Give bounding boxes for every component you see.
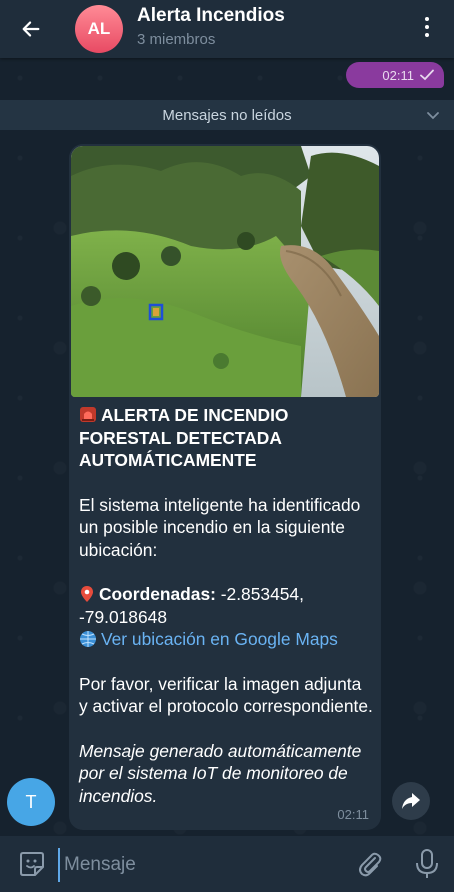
share-arrow-icon	[402, 793, 420, 809]
alert-title: ALERTA DE INCENDIO FORESTAL DETECTADA AU…	[79, 404, 373, 472]
sender-avatar[interactable]: T	[7, 778, 55, 826]
coordinates-label: Coordenadas:	[99, 584, 216, 604]
group-avatar-initials: AL	[87, 19, 111, 38]
incoming-message-bubble[interactable]: ALERTA DE INCENDIO FORESTAL DETECTADA AU…	[69, 144, 381, 830]
outgoing-message-time: 02:11	[382, 67, 414, 83]
single-check-icon	[420, 69, 434, 81]
unread-separator-label: Mensajes no leídos	[162, 106, 292, 124]
maps-link-line[interactable]: Ver ubicación en Google Maps	[79, 628, 373, 651]
message-time: 02:11	[337, 807, 369, 822]
chevron-down-icon[interactable]	[426, 108, 440, 122]
google-maps-link[interactable]: Ver ubicación en Google Maps	[101, 629, 338, 649]
message-intro: El sistema inteligente ha identificado u…	[79, 494, 361, 560]
outgoing-message-bubble[interactable]: 02:11	[346, 62, 444, 88]
forest-landscape-image	[71, 146, 379, 397]
coordinates-line: Coordenadas: -2.853454, -79.018648	[79, 583, 373, 628]
back-button[interactable]	[14, 12, 48, 46]
message-input-bar	[0, 836, 454, 892]
microphone-icon[interactable]	[413, 848, 441, 880]
chat-title[interactable]: Alerta Incendios	[137, 5, 285, 27]
message-request: Por favor, verificar la imagen adjunta y…	[79, 673, 373, 717]
sender-avatar-initial: T	[25, 791, 37, 812]
globe-icon	[80, 631, 96, 647]
forward-button[interactable]	[392, 782, 430, 820]
sticker-emoji-icon[interactable]	[18, 850, 46, 878]
more-vertical-icon	[425, 17, 429, 21]
chat-header: AL Alerta Incendios 3 miembros	[0, 0, 454, 58]
arrow-left-icon	[22, 21, 40, 37]
message-text: ALERTA DE INCENDIO FORESTAL DETECTADA AU…	[79, 404, 373, 807]
message-input[interactable]	[58, 848, 346, 882]
paperclip-icon[interactable]	[356, 850, 384, 878]
unread-messages-separator: Mensajes no leídos	[0, 100, 454, 130]
chat-subtitle: 3 miembros	[137, 31, 216, 48]
group-avatar[interactable]: AL	[75, 5, 123, 53]
map-pin-icon	[81, 586, 93, 602]
more-options-button[interactable]	[414, 12, 440, 42]
attached-photo[interactable]	[71, 146, 379, 397]
alert-title-text: ALERTA DE INCENDIO FORESTAL DETECTADA AU…	[79, 405, 289, 470]
siren-icon	[80, 407, 96, 422]
message-footer: Mensaje generado automáticamente por el …	[79, 740, 362, 806]
